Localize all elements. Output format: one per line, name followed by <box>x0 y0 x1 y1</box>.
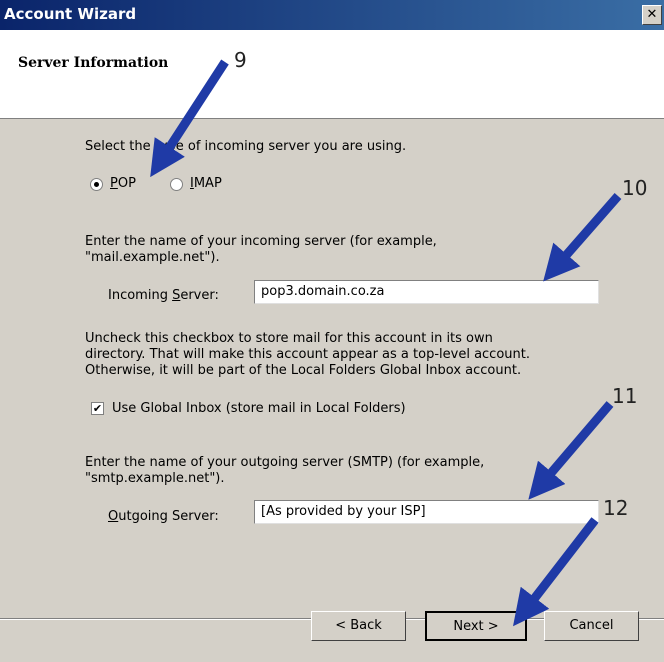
annotation-10: 10 <box>622 176 648 200</box>
arrow-9 <box>150 59 229 178</box>
annotation-arrows <box>150 59 622 627</box>
annotation-11: 11 <box>612 384 638 408</box>
arrow-12 <box>513 517 599 627</box>
arrow-11 <box>528 401 614 500</box>
arrow-10 <box>543 193 622 282</box>
annotation-9: 9 <box>234 48 247 72</box>
annotation-12: 12 <box>603 496 629 520</box>
